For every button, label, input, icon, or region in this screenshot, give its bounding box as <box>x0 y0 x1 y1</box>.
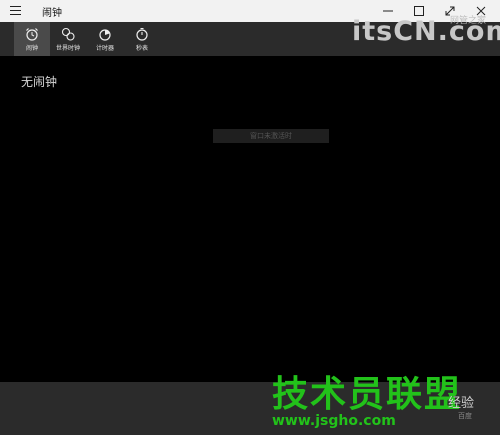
site-watermark: itsCN.com 网管之家 <box>352 16 500 47</box>
corner-watermark: 经验 百度 <box>448 392 474 421</box>
tab-timer[interactable]: 计时器 <box>87 22 123 56</box>
main-content: 无闹钟 窗口未激活时 <box>0 56 500 382</box>
overlay-title: 技术员联盟 <box>272 374 463 415</box>
site-subtitle: 网管之家 <box>450 16 487 26</box>
overlay-watermark: 技术员联盟 www.jsgho.com <box>272 365 462 429</box>
tab-label: 世界时钟 <box>55 45 80 52</box>
tab-label: 闹钟 <box>25 45 38 52</box>
corner-small-text: 百度 <box>458 412 472 420</box>
empty-state-text: 无闹钟 <box>21 75 58 89</box>
stopwatch-icon <box>136 27 148 41</box>
tab-world-clock[interactable]: 世界时钟 <box>50 22 86 56</box>
hamburger-menu-icon[interactable] <box>10 6 21 15</box>
inactive-notice: 窗口未激活时 <box>213 129 329 143</box>
timer-icon <box>99 29 111 41</box>
corner-text: 经验 <box>448 396 475 411</box>
alarm-clock-icon <box>26 28 38 41</box>
tab-alarm[interactable]: 闹钟 <box>14 22 50 56</box>
globe-icon <box>61 27 75 41</box>
tab-label: 秒表 <box>135 45 148 52</box>
tab-label: 计时器 <box>95 45 114 52</box>
window-title: 闹钟 <box>42 8 62 19</box>
tab-stopwatch[interactable]: 秒表 <box>124 22 160 56</box>
